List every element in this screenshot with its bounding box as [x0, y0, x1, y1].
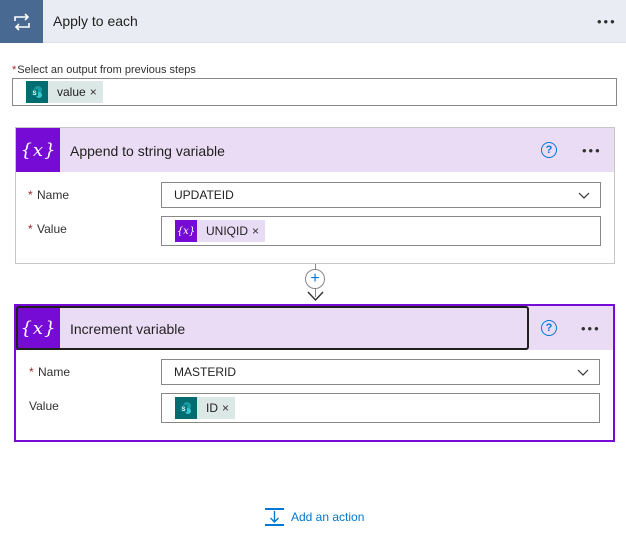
- increment-variable-card: {x} Increment variable ? ••• * Name MAST…: [14, 304, 615, 442]
- id-token[interactable]: S ID ×: [175, 397, 236, 419]
- variable-icon: {x}: [16, 128, 60, 172]
- help-icon[interactable]: ?: [541, 142, 557, 158]
- required-marker: *: [29, 365, 34, 379]
- apply-to-each-header[interactable]: Apply to each •••: [0, 0, 626, 43]
- uniqid-token-label: UNIQID: [206, 224, 248, 238]
- sharepoint-icon: S: [26, 81, 48, 103]
- append-name-label-text: Name: [37, 188, 70, 202]
- svg-text:S: S: [181, 407, 185, 413]
- select-output-label-text: Select an output from previous steps: [17, 64, 196, 76]
- append-value-field[interactable]: {x} UNIQID ×: [161, 216, 601, 246]
- svg-text:S: S: [32, 91, 36, 97]
- append-value-label-text: Value: [37, 222, 67, 236]
- increment-card-more-button[interactable]: •••: [581, 322, 601, 335]
- id-token-label: ID: [206, 401, 218, 415]
- apply-to-each-title: Apply to each: [53, 13, 138, 29]
- append-value-label: * Value: [28, 222, 67, 236]
- required-marker: *: [28, 188, 33, 202]
- select-output-label: *Select an output from previous steps: [12, 64, 196, 76]
- chevron-down-icon: [578, 192, 590, 199]
- chevron-down-icon: [577, 369, 589, 376]
- value-token-label: value: [57, 85, 86, 99]
- append-card-header[interactable]: {x} Append to string variable ? •••: [16, 128, 614, 172]
- increment-name-value: MASTERID: [174, 365, 237, 379]
- append-card-more-button[interactable]: •••: [582, 144, 602, 157]
- increment-value-field[interactable]: S ID ×: [161, 393, 600, 423]
- id-token-remove-icon[interactable]: ×: [222, 401, 235, 415]
- append-name-label: * Name: [28, 188, 69, 202]
- append-name-dropdown[interactable]: UPDATEID: [161, 182, 601, 208]
- apply-to-each-more-button[interactable]: •••: [597, 15, 617, 28]
- increment-name-label-text: Name: [38, 365, 71, 379]
- append-name-value: UPDATEID: [174, 188, 234, 202]
- sharepoint-icon: S: [175, 397, 197, 419]
- variable-icon: {x}: [175, 220, 197, 242]
- required-marker: *: [28, 222, 33, 236]
- append-card-title: Append to string variable: [70, 143, 225, 159]
- help-icon[interactable]: ?: [541, 320, 557, 336]
- value-token[interactable]: S value ×: [26, 81, 103, 103]
- uniqid-token[interactable]: {x} UNIQID ×: [175, 220, 266, 242]
- focus-outline: [16, 306, 529, 350]
- increment-value-label: Value: [29, 399, 59, 413]
- value-token-remove-icon[interactable]: ×: [90, 85, 103, 99]
- add-action-icon: [265, 508, 284, 526]
- add-action-label: Add an action: [291, 510, 365, 524]
- flow-designer: Apply to each ••• *Select an output from…: [0, 0, 626, 541]
- required-marker: *: [12, 64, 17, 76]
- increment-name-dropdown[interactable]: MASTERID: [161, 359, 600, 385]
- increment-card-header[interactable]: {x} Increment variable ? •••: [16, 306, 613, 350]
- connector-arrow-icon: [307, 291, 324, 302]
- select-output-field[interactable]: S value ×: [12, 78, 617, 106]
- loop-icon: [0, 0, 43, 43]
- append-to-string-variable-card: {x} Append to string variable ? ••• * Na…: [15, 127, 615, 264]
- add-action-button[interactable]: Add an action: [264, 507, 364, 527]
- increment-name-label: * Name: [29, 365, 70, 379]
- uniqid-token-remove-icon[interactable]: ×: [252, 224, 265, 238]
- plus-icon[interactable]: +: [305, 269, 325, 289]
